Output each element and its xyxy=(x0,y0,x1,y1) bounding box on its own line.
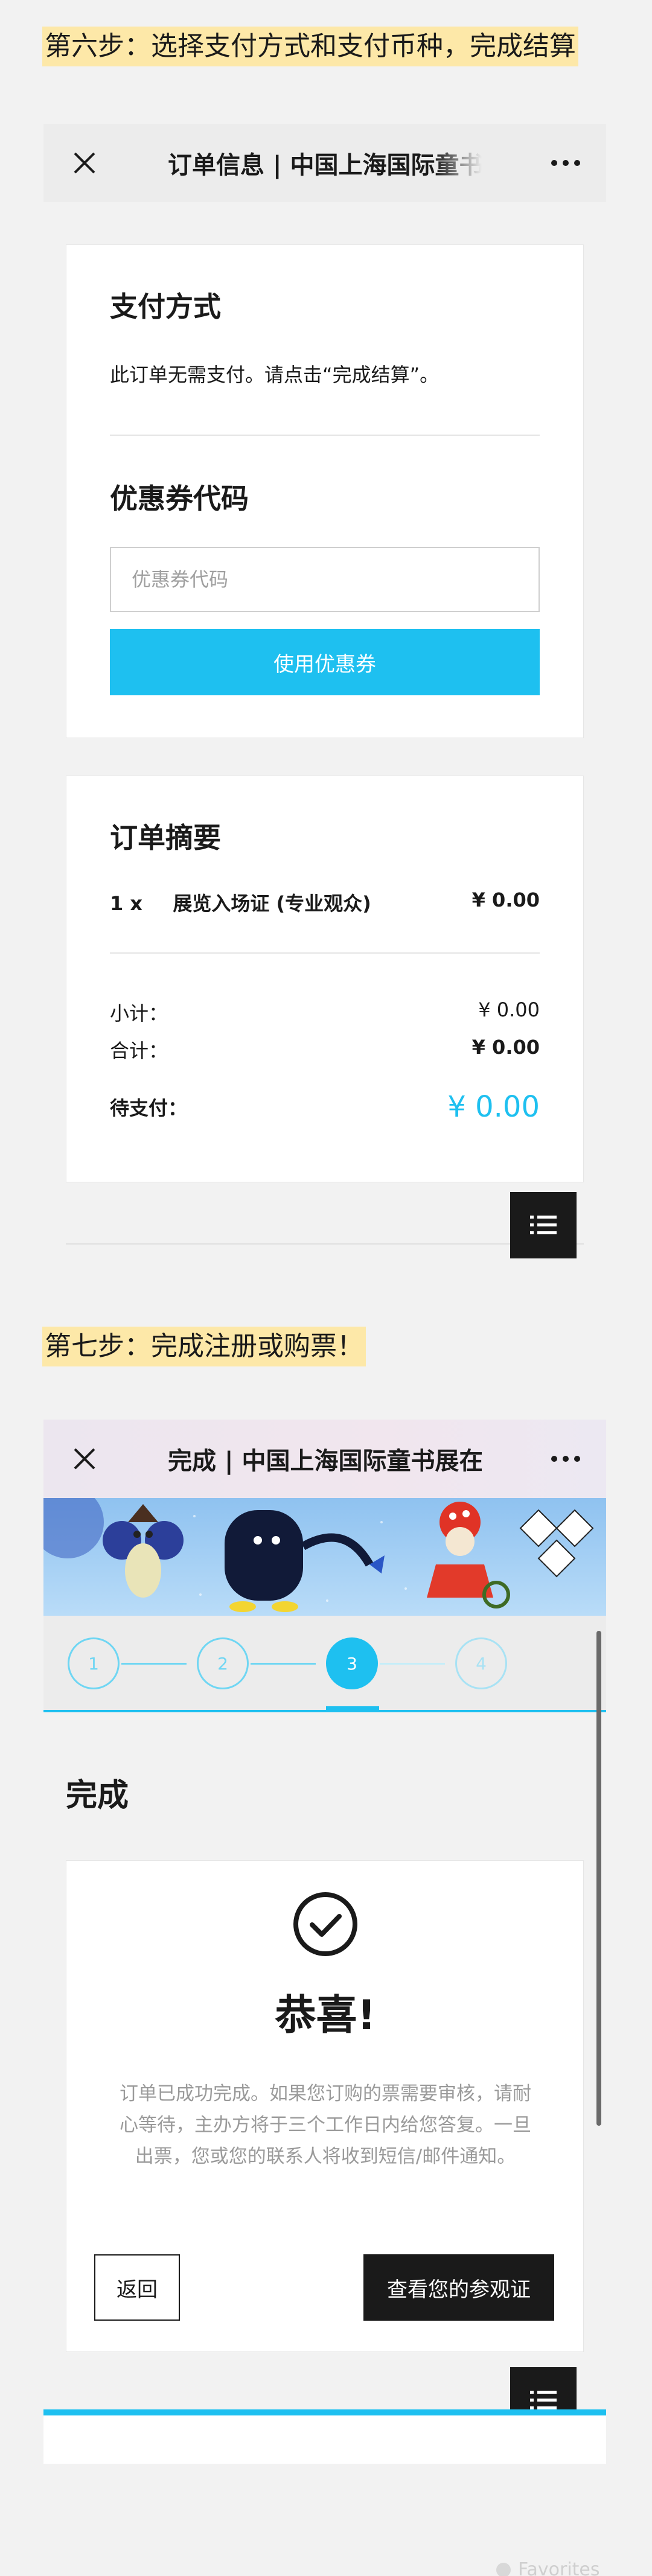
favorites-label: Favorites xyxy=(518,2559,600,2576)
step-3-active: 3 xyxy=(326,1637,378,1689)
amount-due-label: 待支付： xyxy=(110,1097,188,1120)
message-line: 出票，您或您的联系人将收到短信/邮件通知。 xyxy=(135,2146,516,2167)
step6-label: 第六步：选择支付方式和支付币种，完成结算 xyxy=(42,27,578,66)
active-step-indicator xyxy=(326,1706,379,1710)
complete-heading: 完成 xyxy=(66,1777,129,1814)
total-row: 合计： ¥ 0.00 xyxy=(110,1036,540,1063)
menu-button[interactable] xyxy=(510,1192,577,1258)
step-connector xyxy=(121,1663,187,1665)
order-item-row: 1 x 展览入场证 (专业观众) ¥ 0.00 xyxy=(110,888,540,916)
total-value: ¥ 0.00 xyxy=(471,1036,540,1059)
step-4: 4 xyxy=(455,1637,507,1689)
payment-card: 支付方式 此订单无需支付。请点击“完成结算”。 优惠券代码 使用优惠券 xyxy=(66,244,584,738)
subtotal-value: ¥ 0.00 xyxy=(478,998,540,1021)
more-icon[interactable] xyxy=(551,157,581,169)
divider xyxy=(110,435,540,436)
step7-label: 第七步：完成注册或购票！ xyxy=(42,1327,366,1366)
item-name: 展览入场证 (专业观众) xyxy=(173,892,371,915)
payment-note: 此订单无需支付。请点击“完成结算”。 xyxy=(110,363,439,386)
progress-stepper: 1 2 3 4 xyxy=(43,1616,606,1712)
title-bar: 完成 | 中国上海国际童书展在 xyxy=(43,1420,606,1498)
divider xyxy=(66,1243,584,1245)
message-line: 订单已成功完成。如果您订购的票需要审核，请耐 xyxy=(120,2083,531,2105)
favorites-watermark: Favorites xyxy=(495,2559,600,2576)
success-message: 订单已成功完成。如果您订购的票需要审核，请耐 心等待，主办方将于三个工作日内给您… xyxy=(91,2078,560,2172)
more-icon[interactable] xyxy=(551,1453,581,1465)
payment-heading: 支付方式 xyxy=(110,290,221,323)
summary-heading: 订单摘要 xyxy=(110,821,221,854)
divider xyxy=(110,952,540,954)
scrollbar[interactable] xyxy=(596,1631,601,2126)
view-pass-button[interactable]: 查看您的参观证 xyxy=(363,2254,554,2321)
payment-screen: 订单信息 | 中国上海国际童书 支付方式 此订单无需支付。请点击“完成结算”。 … xyxy=(43,124,606,1258)
total-label: 合计： xyxy=(110,1039,168,1062)
amount-due-row: 待支付： ¥ 0.00 xyxy=(110,1090,540,1124)
banner-illustration xyxy=(43,1498,606,1616)
page-title: 订单信息 | 中国上海国际童书 xyxy=(168,151,482,179)
amount-due-value: ¥ 0.00 xyxy=(447,1090,540,1124)
check-circle-icon xyxy=(293,1892,357,1956)
coupon-input[interactable] xyxy=(110,547,540,612)
footer-strip xyxy=(43,2409,606,2464)
subtotal-label: 小计： xyxy=(110,1002,168,1025)
congrats-heading: 恭喜! xyxy=(275,1992,376,2039)
item-price: ¥ 0.00 xyxy=(471,888,540,911)
step-2: 2 xyxy=(197,1637,249,1689)
step-connector xyxy=(380,1663,445,1665)
page-title: 完成 | 中国上海国际童书展在 xyxy=(168,1447,482,1475)
step-1: 1 xyxy=(68,1637,120,1689)
list-icon xyxy=(530,2391,557,2409)
subtotal-row: 小计： ¥ 0.00 xyxy=(110,998,540,1026)
coupon-heading: 优惠券代码 xyxy=(110,482,249,515)
back-button[interactable]: 返回 xyxy=(94,2254,180,2321)
step-connector xyxy=(251,1663,316,1665)
complete-screen: 完成 | 中国上海国际童书展在 1 2 3 4 完成 恭喜! 订单已成功完成。如… xyxy=(43,1420,606,2464)
apply-coupon-button[interactable]: 使用优惠券 xyxy=(110,629,540,695)
favorites-icon xyxy=(496,2562,511,2576)
event-banner xyxy=(43,1498,606,1616)
order-summary-card: 订单摘要 1 x 展览入场证 (专业观众) ¥ 0.00 小计： ¥ 0.00 … xyxy=(66,776,584,1182)
close-icon[interactable] xyxy=(72,1447,97,1471)
list-icon xyxy=(530,1216,557,1234)
success-card: 恭喜! 订单已成功完成。如果您订购的票需要审核，请耐 心等待，主办方将于三个工作… xyxy=(66,1860,584,2352)
item-qty: 1 x xyxy=(110,892,143,915)
title-bar: 订单信息 | 中国上海国际童书 xyxy=(43,124,606,202)
close-icon[interactable] xyxy=(72,151,97,175)
message-line: 心等待，主办方将于三个工作日内给您答复。一旦 xyxy=(120,2114,531,2136)
